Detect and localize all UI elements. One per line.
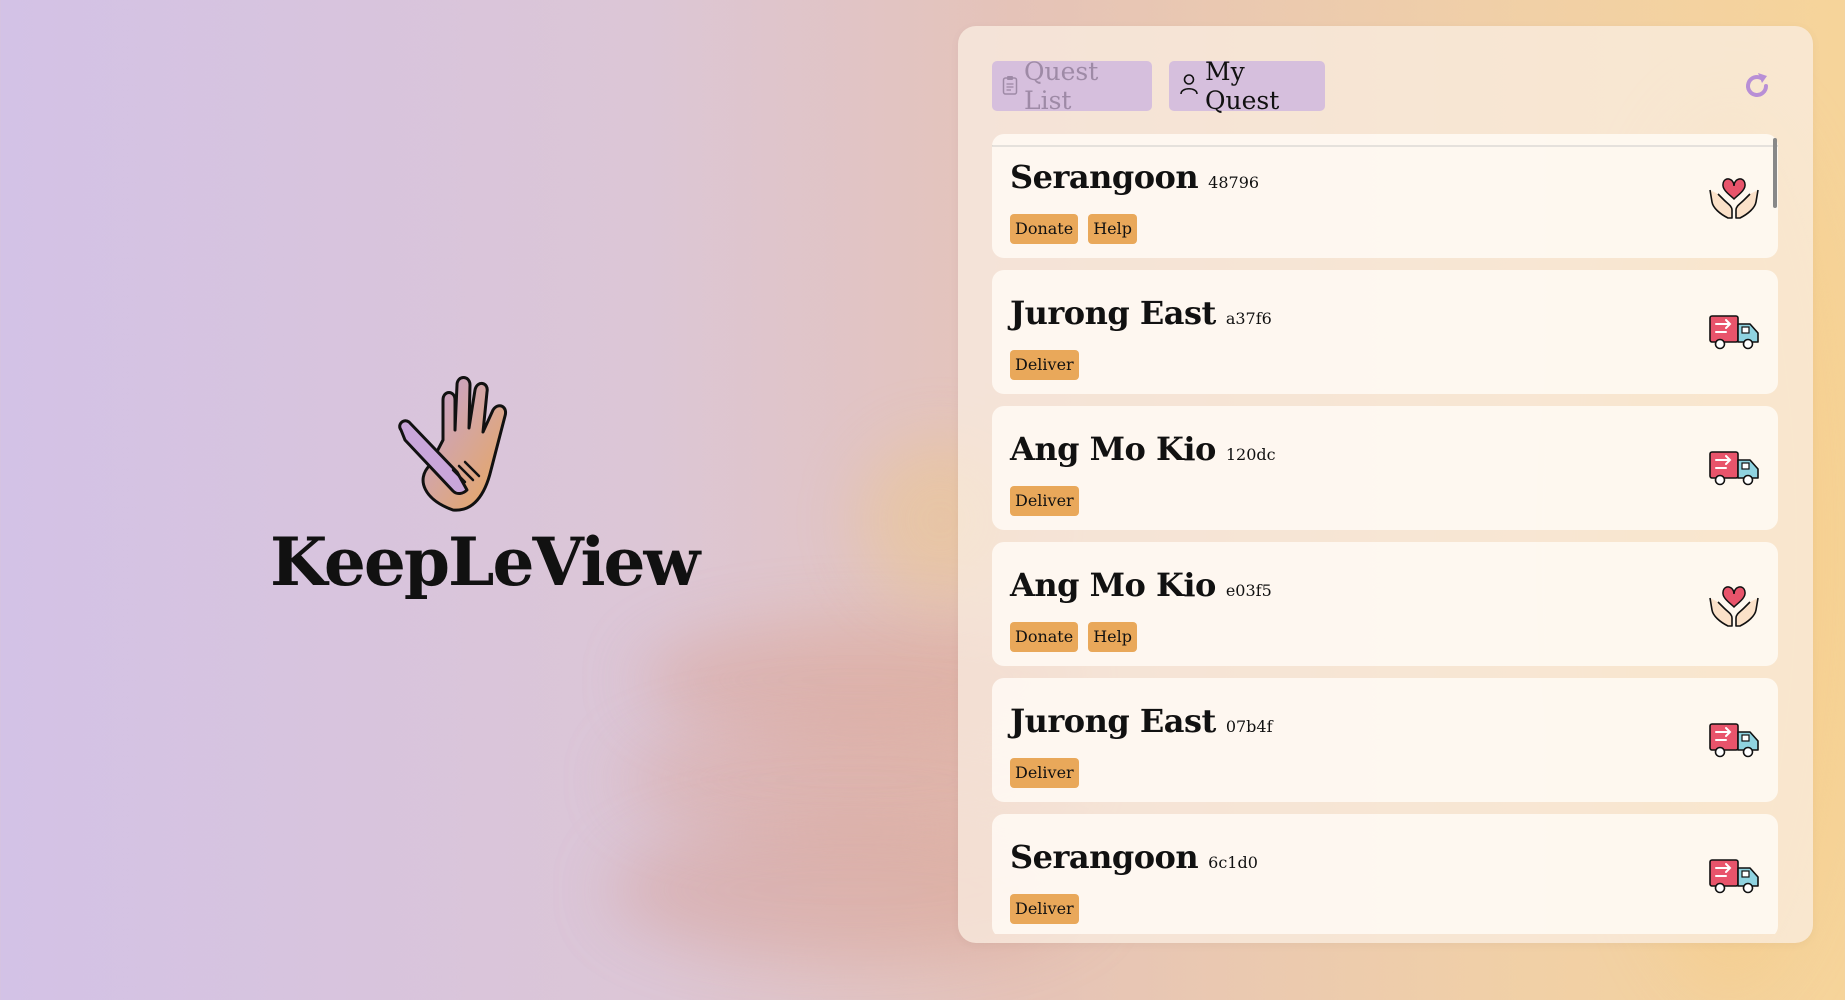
quest-card[interactable]: Ang Mo Kio e03f5 Donate Help xyxy=(992,542,1778,666)
scrollbar[interactable] xyxy=(1773,138,1777,208)
user-icon xyxy=(1179,72,1199,101)
brand-name: KeepLeView xyxy=(270,523,700,601)
quest-location: Jurong East xyxy=(1010,702,1216,740)
quest-code: 6c1d0 xyxy=(1208,853,1258,872)
quest-title: Jurong East 07b4f xyxy=(1010,702,1273,740)
quest-title: Ang Mo Kio 120dc xyxy=(1010,430,1276,468)
hands-logo-icon xyxy=(398,376,508,512)
tab-quest-list-label: Quest List xyxy=(1024,57,1099,115)
donate-hands-icon xyxy=(1706,166,1762,222)
quest-location: Ang Mo Kio xyxy=(1010,566,1216,604)
tab-my-quest-label: My Quest xyxy=(1205,57,1280,115)
quest-list[interactable]: Serangoon 48796 Donate Help Jurong East a37f6… xyxy=(992,134,1778,934)
quest-code: e03f5 xyxy=(1225,581,1272,600)
quest-tag: Deliver xyxy=(1010,894,1079,924)
quest-tag: Deliver xyxy=(1010,758,1079,788)
quest-title: Serangoon 6c1d0 xyxy=(1010,838,1258,876)
quest-location: Serangoon xyxy=(1010,838,1199,876)
quest-tags: Donate Help xyxy=(1010,622,1137,652)
quest-card[interactable]: Serangoon 6c1d0 Deliver xyxy=(992,814,1778,934)
brand: KeepLeView xyxy=(270,370,700,601)
quest-tag: Help xyxy=(1088,214,1137,244)
quest-tag: Donate xyxy=(1010,214,1079,244)
quest-location: Jurong East xyxy=(1010,294,1216,332)
quest-tags: Deliver xyxy=(1010,350,1079,380)
donate-hands-icon xyxy=(1706,574,1762,630)
quest-tag: Donate xyxy=(1010,622,1079,652)
quest-card[interactable]: Serangoon 48796 Donate Help xyxy=(992,134,1778,258)
quest-location: Serangoon xyxy=(1010,158,1199,196)
quest-location: Ang Mo Kio xyxy=(1010,430,1216,468)
delivery-truck-icon xyxy=(1706,846,1762,902)
quest-panel: Quest List My Quest Serangoon 48796 Donate… xyxy=(958,26,1813,943)
quest-code: 07b4f xyxy=(1225,717,1273,736)
delivery-truck-icon xyxy=(1706,438,1762,494)
quest-tag: Deliver xyxy=(1010,486,1079,516)
tab-quest-list[interactable]: Quest List xyxy=(992,57,1152,115)
quest-tags: Deliver xyxy=(1010,486,1079,516)
quest-tags: Deliver xyxy=(1010,758,1079,788)
quest-code: 48796 xyxy=(1208,173,1260,192)
delivery-truck-icon xyxy=(1706,302,1762,358)
tab-my-quest[interactable]: My Quest xyxy=(1169,57,1325,115)
quest-tag: Help xyxy=(1088,622,1137,652)
quest-tag: Deliver xyxy=(1010,350,1079,380)
quest-card[interactable]: Ang Mo Kio 120dc Deliver xyxy=(992,406,1778,530)
refresh-icon[interactable] xyxy=(1742,71,1772,101)
delivery-truck-icon xyxy=(1706,710,1762,766)
quest-title: Jurong East a37f6 xyxy=(1010,294,1272,332)
quest-tags: Donate Help xyxy=(1010,214,1137,244)
quest-title: Ang Mo Kio e03f5 xyxy=(1010,566,1272,604)
quest-tags: Deliver xyxy=(1010,894,1079,924)
quest-card[interactable]: Jurong East 07b4f Deliver xyxy=(992,678,1778,802)
quest-code: 120dc xyxy=(1225,445,1276,464)
quest-code: a37f6 xyxy=(1225,309,1272,328)
clipboard-icon xyxy=(1002,72,1018,101)
quest-title: Serangoon 48796 xyxy=(1010,158,1259,196)
quest-card[interactable]: Jurong East a37f6 Deliver xyxy=(992,270,1778,394)
